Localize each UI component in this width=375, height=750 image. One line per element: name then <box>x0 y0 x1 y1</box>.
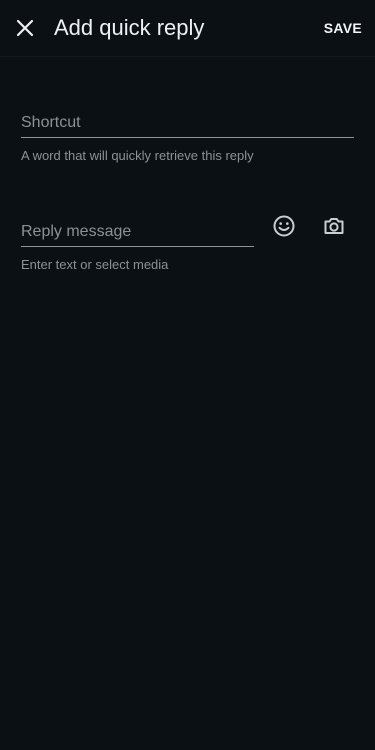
app-bar: Add quick reply SAVE <box>0 0 375 57</box>
save-button[interactable]: SAVE <box>324 19 362 37</box>
emoji-icon <box>273 215 295 237</box>
reply-message-field: Reply message Enter text or select media <box>21 222 254 273</box>
shortcut-field: Shortcut A word that will quickly retrie… <box>21 113 354 164</box>
camera-button[interactable] <box>320 212 348 240</box>
emoji-button[interactable] <box>270 212 298 240</box>
reply-message-helper-text: Enter text or select media <box>21 257 169 272</box>
add-quick-reply-screen: Add quick reply SAVE Shortcut A word tha… <box>0 0 375 750</box>
page-title: Add quick reply <box>54 15 205 40</box>
camera-icon <box>324 218 344 234</box>
close-icon <box>16 19 34 37</box>
shortcut-input[interactable]: Shortcut <box>21 113 354 138</box>
shortcut-helper-text: A word that will quickly retrieve this r… <box>21 148 254 163</box>
reply-message-input[interactable]: Reply message <box>21 222 254 247</box>
close-button[interactable] <box>11 14 39 42</box>
